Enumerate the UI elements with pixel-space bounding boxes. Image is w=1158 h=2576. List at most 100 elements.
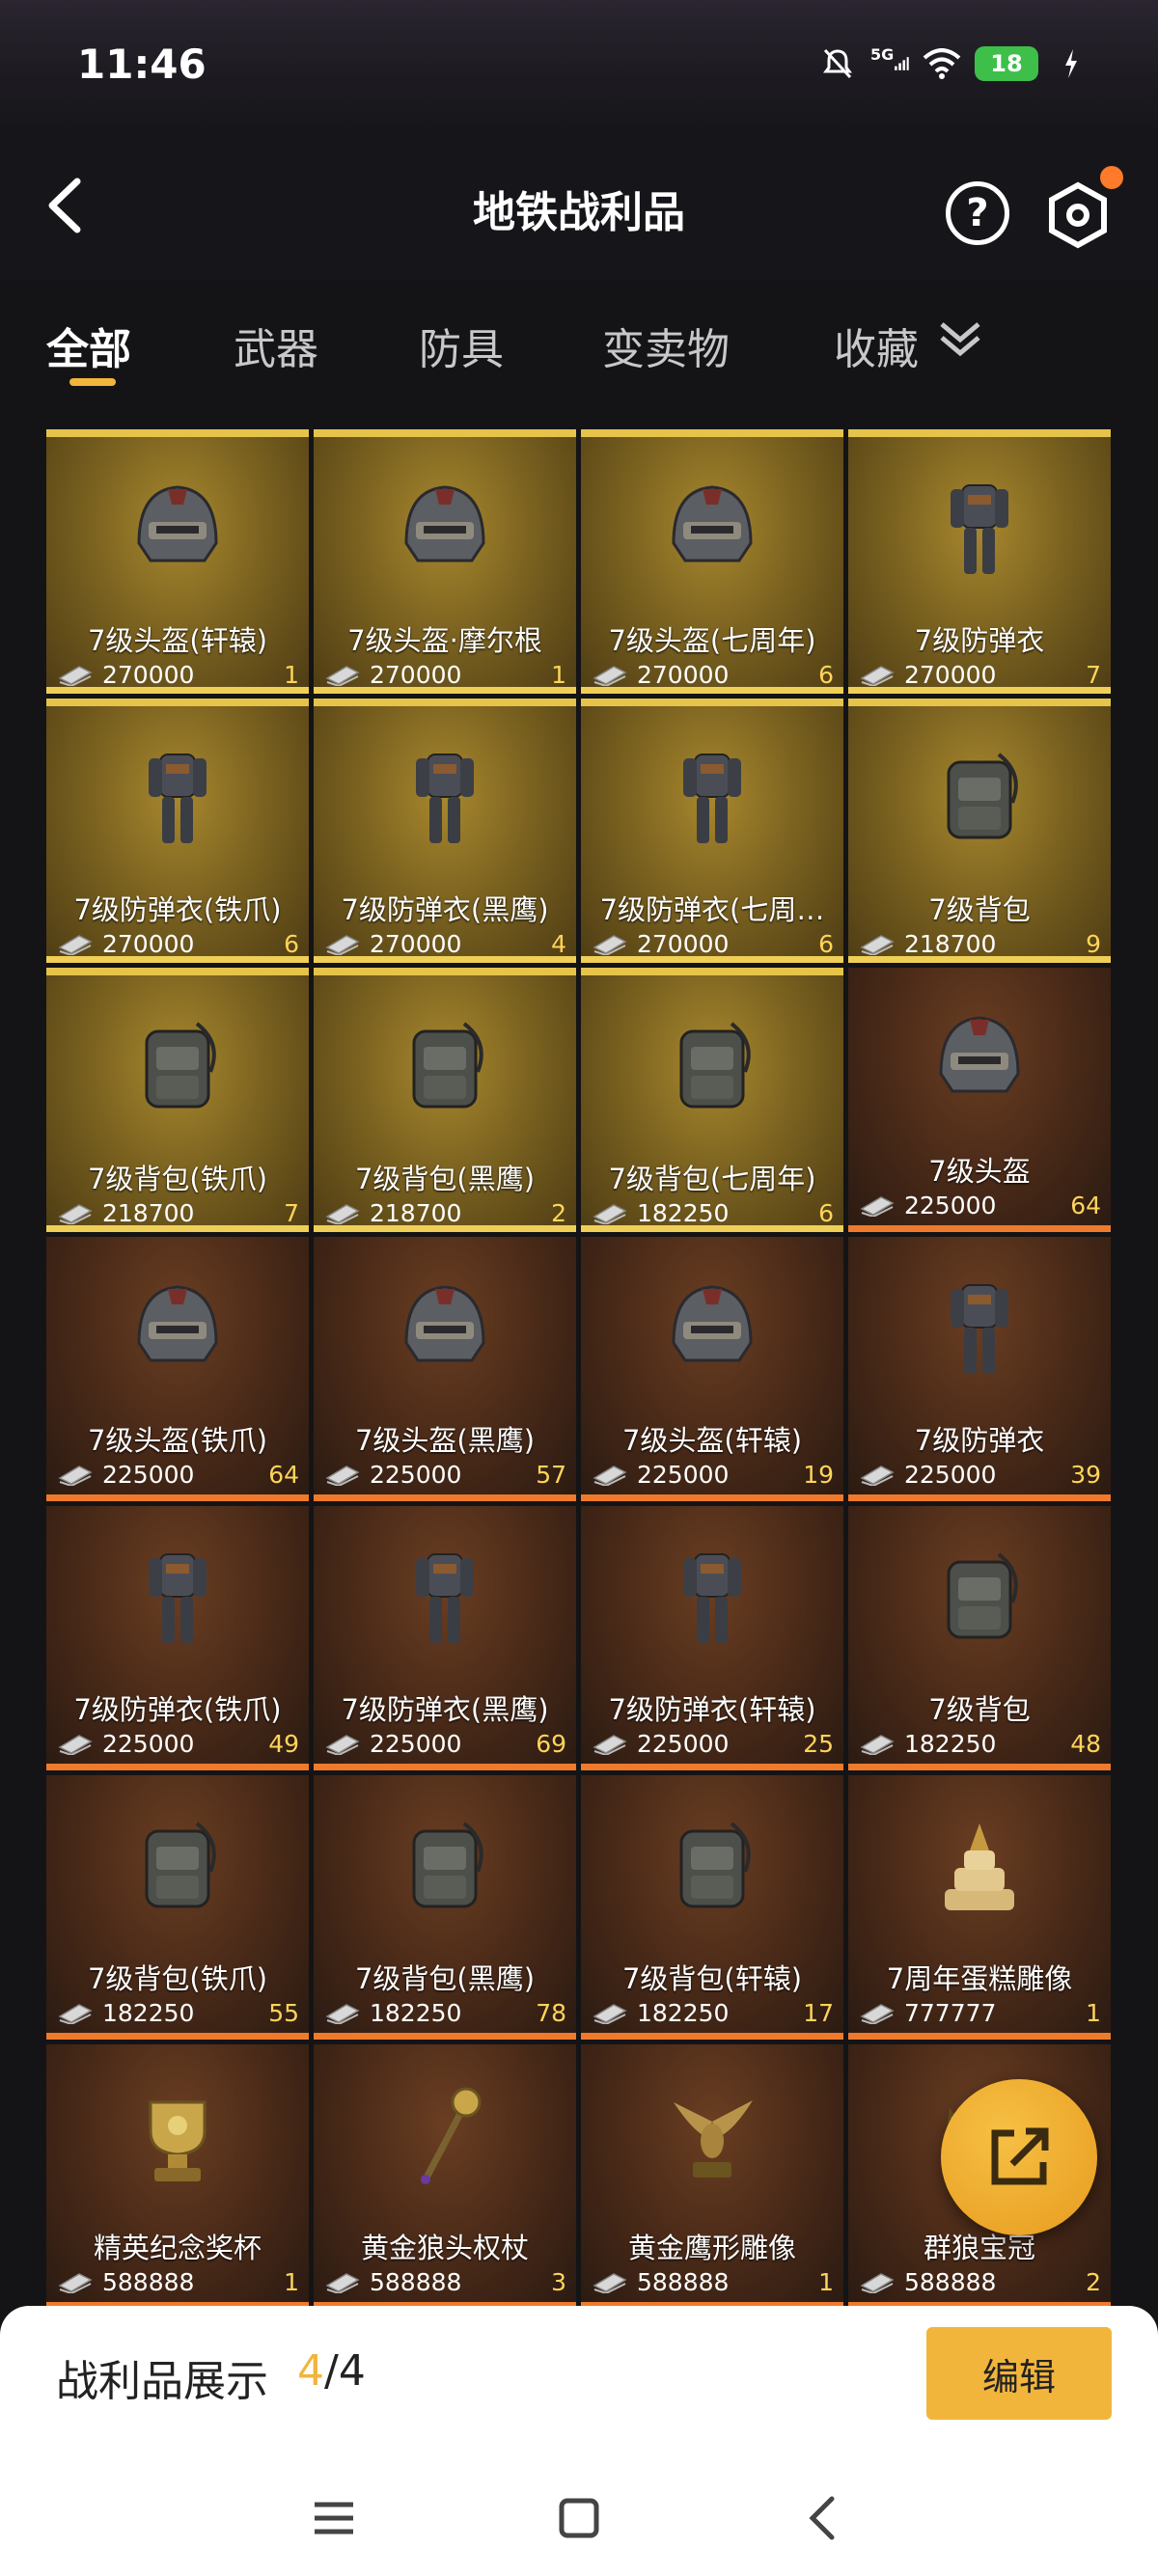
- chevron-down-icon[interactable]: [936, 316, 984, 359]
- tab-all[interactable]: 全部: [46, 315, 131, 376]
- category-tabs: 全部 武器 防具 变卖物 收藏: [0, 299, 1158, 396]
- loot-card[interactable]: 黄金鹰形雕像 588888 1: [581, 2044, 843, 2309]
- home-icon[interactable]: [550, 2489, 608, 2547]
- loot-price: 588888: [904, 2268, 997, 2296]
- loot-price: 225000: [637, 1461, 730, 1489]
- loot-card[interactable]: 7级防弹衣(黑鹰) 270000 4: [314, 699, 576, 963]
- loot-price: 777777: [904, 1999, 997, 2027]
- loot-name: 7级防弹衣(黑鹰): [341, 1693, 549, 1726]
- loot-card[interactable]: 黄金狼头权杖 588888 3: [314, 2044, 576, 2309]
- loot-price: 182250: [904, 1730, 997, 1758]
- backpack-icon: [145, 1022, 216, 1109]
- tab-favorites[interactable]: 收藏: [834, 315, 919, 376]
- helmet-icon: [672, 1285, 753, 1362]
- loot-price: 218700: [904, 930, 997, 958]
- help-button[interactable]: ?: [946, 181, 1009, 245]
- nav-back-icon[interactable]: [795, 2489, 853, 2547]
- loot-card[interactable]: 7级防弹衣(铁爪) 225000 49: [46, 1506, 309, 1770]
- loot-name: 7级背包(铁爪): [87, 1962, 268, 1995]
- loot-name: 7级背包(七周年): [608, 1163, 816, 1195]
- loot-count: 6: [818, 1199, 834, 1227]
- loot-count: 17: [803, 1999, 834, 2027]
- loot-card[interactable]: 7级防弹衣(七周… 270000 6: [581, 699, 843, 963]
- menu-icon[interactable]: [305, 2489, 363, 2547]
- tab-sellables[interactable]: 变卖物: [602, 315, 730, 376]
- loot-card[interactable]: 7级背包(轩辕) 182250 17: [581, 1775, 843, 2040]
- question-mark-icon: ?: [966, 191, 989, 235]
- loot-count: 64: [268, 1461, 299, 1489]
- loot-price: 270000: [637, 930, 730, 958]
- cash-icon: [58, 2273, 93, 2293]
- helmet-icon: [404, 485, 485, 562]
- signal-icon: 5G: [870, 45, 909, 81]
- helmet-icon: [404, 1285, 485, 1362]
- cash-icon: [58, 935, 93, 955]
- loot-count: 39: [1070, 1461, 1101, 1489]
- loot-card[interactable]: 7级防弹衣(轩辕) 225000 25: [581, 1506, 843, 1770]
- loot-price: 218700: [370, 1199, 462, 1227]
- tab-armor[interactable]: 防具: [419, 315, 504, 376]
- loot-card[interactable]: 7级背包(七周年) 182250 6: [581, 968, 843, 1232]
- loot-count: 2: [551, 1199, 566, 1227]
- loot-name: 7级头盔(黑鹰): [354, 1424, 536, 1457]
- loot-card[interactable]: 7级防弹衣(黑鹰) 225000 69: [314, 1506, 576, 1770]
- cash-icon: [58, 1466, 93, 1486]
- loot-card[interactable]: 7级头盔(轩辕) 225000 19: [581, 1237, 843, 1501]
- loot-card[interactable]: 7级防弹衣 270000 7: [848, 429, 1111, 694]
- loot-card[interactable]: 7级背包(铁爪) 218700 7: [46, 968, 309, 1232]
- loot-card[interactable]: 7周年蛋糕雕像 777777 1: [848, 1775, 1111, 2040]
- loot-price: 588888: [102, 2268, 195, 2296]
- tab-weapons[interactable]: 武器: [234, 315, 318, 376]
- loot-card[interactable]: 7级头盔(铁爪) 225000 64: [46, 1237, 309, 1501]
- loot-name: 7级背包: [928, 893, 1031, 926]
- cake-statue-icon: [945, 1823, 1014, 1910]
- loot-name: 7级防弹衣(轩辕): [608, 1693, 816, 1726]
- edit-button[interactable]: 编辑: [926, 2327, 1112, 2420]
- cash-icon: [860, 1735, 895, 1755]
- loot-card[interactable]: 7级头盔(黑鹰) 225000 57: [314, 1237, 576, 1501]
- loot-card[interactable]: 7级背包(黑鹰) 182250 78: [314, 1775, 576, 2040]
- loot-count: 1: [818, 2268, 834, 2296]
- loot-card[interactable]: 7级背包(黑鹰) 218700 2: [314, 968, 576, 1232]
- loot-count: 4: [551, 930, 566, 958]
- loot-card[interactable]: 7级头盔(七周年) 270000 6: [581, 429, 843, 694]
- loot-count: 78: [536, 1999, 566, 2027]
- backpack-icon: [679, 1822, 751, 1908]
- showcase-total: /4: [324, 2346, 366, 2396]
- trophy-icon: [149, 2100, 207, 2181]
- loot-card[interactable]: 7级头盔·摩尔根 270000 1: [314, 429, 576, 694]
- settings-button[interactable]: [1044, 181, 1112, 249]
- loot-card[interactable]: 7级防弹衣 225000 39: [848, 1237, 1111, 1501]
- loot-price: 270000: [904, 661, 997, 689]
- loot-price: 225000: [904, 1192, 997, 1219]
- armor-icon: [951, 484, 1008, 574]
- loot-card[interactable]: 7级防弹衣(铁爪) 270000 6: [46, 699, 309, 963]
- loot-card[interactable]: 7级头盔(轩辕) 270000 1: [46, 429, 309, 694]
- loot-price: 588888: [637, 2268, 730, 2296]
- loot-card[interactable]: 7级背包(铁爪) 182250 55: [46, 1775, 309, 2040]
- armor-icon: [416, 754, 474, 843]
- backpack-icon: [412, 1822, 483, 1908]
- share-icon: [991, 2127, 1049, 2185]
- loot-card[interactable]: 精英纪念奖杯 588888 1: [46, 2044, 309, 2309]
- share-button[interactable]: [941, 2079, 1097, 2235]
- cash-icon: [325, 666, 360, 686]
- loot-name: 精英纪念奖杯: [93, 2232, 262, 2264]
- loot-name: 7级防弹衣(铁爪): [73, 893, 282, 926]
- scepter-icon: [421, 2087, 482, 2184]
- cash-icon: [58, 2004, 93, 2024]
- loot-card[interactable]: 7级背包 182250 48: [848, 1506, 1111, 1770]
- wifi-icon: [923, 46, 961, 81]
- loot-price: 218700: [102, 1199, 195, 1227]
- loot-count: 6: [818, 661, 834, 689]
- loot-card[interactable]: 7级背包 218700 9: [848, 699, 1111, 963]
- loot-card[interactable]: 7级头盔 225000 64: [848, 968, 1111, 1232]
- cash-icon: [593, 666, 627, 686]
- loot-count: 9: [1086, 930, 1101, 958]
- armor-icon: [149, 754, 207, 843]
- loot-name: 7级头盔(轩辕): [87, 624, 268, 657]
- loot-price: 225000: [102, 1461, 195, 1489]
- loot-count: 57: [536, 1461, 566, 1489]
- loot-name: 7级头盔(轩辕): [621, 1424, 803, 1457]
- loot-price: 182250: [102, 1999, 195, 2027]
